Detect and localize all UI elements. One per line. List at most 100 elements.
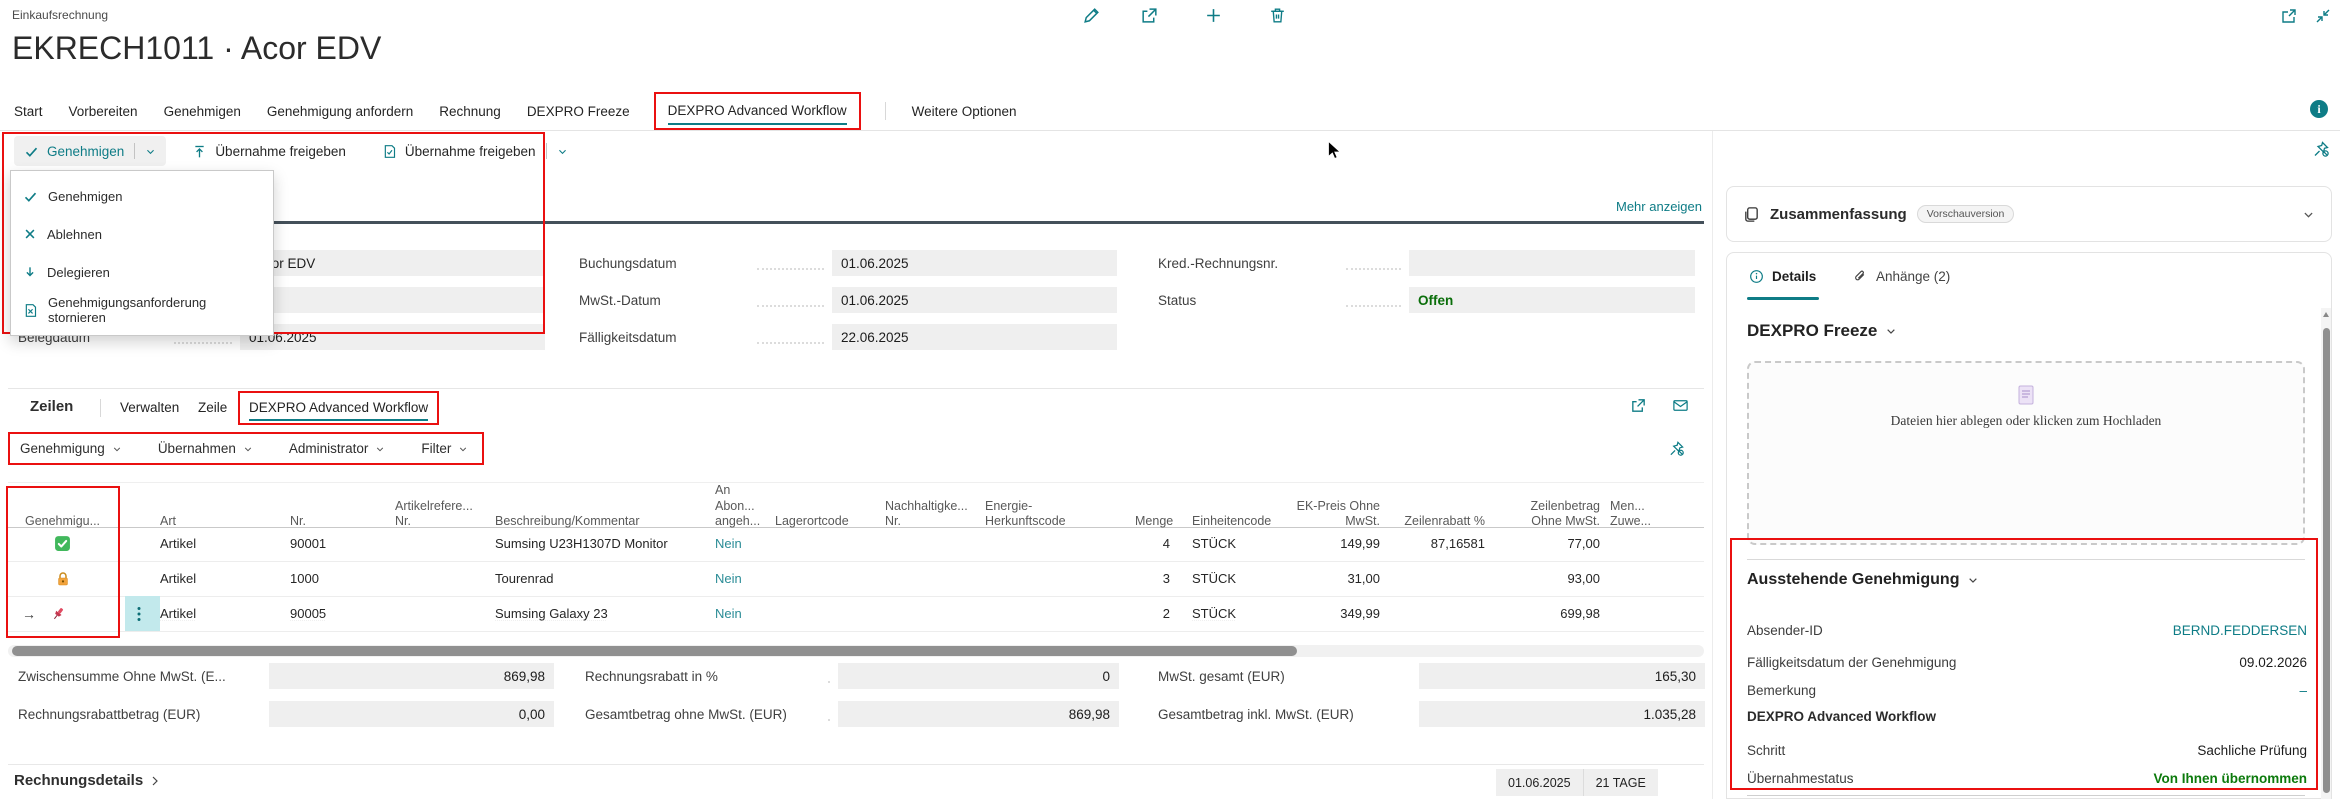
faelligkeitsdatum-value[interactable]: 22.06.2025 [832, 324, 1117, 350]
unpin-icon[interactable] [1668, 440, 1685, 457]
cell-ek-preis[interactable]: 349,99 [1275, 606, 1390, 621]
cell-zeilenbetrag[interactable]: 699,98 [1495, 606, 1610, 621]
chevron-down-icon[interactable] [2302, 208, 2315, 221]
rechnungsdetails-section-toggle[interactable]: Rechnungsdetails [14, 772, 161, 789]
rechnungsrabatt-pct-value[interactable]: 0 [838, 663, 1119, 689]
tab-dexpro-freeze[interactable]: DEXPRO Freeze [527, 104, 630, 119]
tab-attachments[interactable]: Anhänge (2) [1853, 269, 1950, 284]
file-dropzone[interactable]: Dateien hier ablegen oder klicken zum Ho… [1747, 361, 2305, 545]
share-icon[interactable] [1140, 6, 1159, 25]
ribbon-filter-dropdown[interactable]: Filter [421, 441, 468, 456]
tab-genehmigen[interactable]: Genehmigen [164, 104, 241, 119]
buchungsdatum-value[interactable]: 01.06.2025 [832, 250, 1117, 276]
sender-value-link[interactable]: BERND.FEDDERSEN [2173, 623, 2307, 638]
cell-zeilenbetrag[interactable]: 77,00 [1495, 536, 1610, 551]
vendor-name-field[interactable]: Acor EDV [240, 250, 545, 276]
cell-zeilenrabatt[interactable]: 87,16581 [1390, 536, 1495, 551]
menu-item-delegieren[interactable]: Delegieren [11, 253, 273, 291]
menu-item-genehmigen[interactable]: Genehmigen [11, 177, 273, 215]
tab-rechnung[interactable]: Rechnung [439, 104, 501, 119]
cell-nr[interactable]: 1000 [290, 571, 395, 586]
cell-art[interactable]: Artikel [160, 571, 290, 586]
lines-tab-zeile[interactable]: Zeile [198, 400, 227, 415]
cell-einheitencode[interactable]: STÜCK [1180, 536, 1275, 551]
tab-start[interactable]: Start [14, 104, 43, 119]
delete-icon[interactable] [1268, 6, 1287, 25]
cell-einheitencode[interactable]: STÜCK [1192, 606, 1236, 621]
row-drag-handle[interactable] [125, 596, 160, 631]
tab-attachments-label: Anhänge (2) [1876, 269, 1950, 284]
lines-tab-verwalten[interactable]: Verwalten [120, 400, 179, 415]
cell-art[interactable]: Artikel [160, 536, 290, 551]
footer-badges: 01.06.2025 21 TAGE [1496, 769, 1658, 796]
chevron-down-icon[interactable] [557, 146, 568, 157]
dotted-leader [757, 330, 824, 344]
cell-beschreibung[interactable]: Tourenrad [495, 571, 715, 586]
scrollbar-up-arrow[interactable] [2323, 312, 2329, 317]
ribbon-genehmigung-dropdown[interactable]: Genehmigung [20, 441, 122, 456]
chevron-down-icon [112, 444, 122, 454]
show-more-link[interactable]: Mehr anzeigen [1616, 199, 1702, 214]
cell-abo[interactable]: Nein [715, 571, 775, 586]
tab-dexpro-advanced-workflow-active[interactable]: DEXPRO Advanced Workflow [668, 103, 847, 125]
cell-menge[interactable]: 4 [1135, 536, 1180, 551]
table-row[interactable]: Artikel 90001 Sumsing U23H1307D Monitor … [8, 526, 1704, 562]
cell-menge[interactable]: 3 [1135, 571, 1180, 586]
menu-item-ablehnen[interactable]: Ablehnen [11, 215, 273, 253]
empty-field[interactable] [240, 287, 545, 313]
app-breadcrumb[interactable]: Einkaufsrechnung [12, 8, 108, 22]
table-row[interactable]: Artikel 1000 Tourenrad Nein 3 STÜCK 31,0… [8, 561, 1704, 597]
open-in-window-icon[interactable] [2280, 7, 2298, 25]
cell-abo[interactable]: Nein [715, 606, 775, 621]
mail-icon[interactable] [1672, 397, 1689, 414]
info-icon[interactable]: i [2310, 100, 2328, 118]
approve-split-button[interactable]: Genehmigen [14, 136, 166, 166]
edit-icon[interactable] [1082, 6, 1101, 25]
ribbon-administrator-dropdown[interactable]: Administrator [289, 441, 386, 456]
rechnungsrabattbetrag-value[interactable]: 0,00 [269, 701, 554, 727]
cell-einheitencode[interactable]: STÜCK [1180, 571, 1275, 586]
cell-menge[interactable]: 2 [1135, 606, 1180, 621]
menu-item-genehmigungsanforderung-stornieren[interactable]: Genehmigungsanforderung stornieren [11, 291, 273, 329]
mwst-datum-value[interactable]: 01.06.2025 [832, 287, 1117, 313]
cell-ek-preis[interactable]: 149,99 [1275, 536, 1390, 551]
cell-zeilenbetrag[interactable]: 93,00 [1495, 571, 1610, 586]
gesamt-inkl-mwst-label: Gesamtbetrag inkl. MwSt. (EUR) [1158, 707, 1403, 722]
table-horizontal-scrollbar-track[interactable] [8, 645, 1704, 657]
pending-approval-toggle[interactable]: Ausstehende Genehmigung [1747, 571, 1979, 589]
tab-genehmigung-anfordern[interactable]: Genehmigung anfordern [267, 104, 413, 119]
table-horizontal-scrollbar-thumb[interactable] [12, 646, 1297, 656]
field-row-status: Status Offen [1158, 287, 1695, 313]
tab-details[interactable]: Details [1749, 269, 1816, 284]
chevron-down-icon[interactable] [145, 146, 156, 157]
kred-rechnungsnr-value[interactable] [1409, 250, 1695, 276]
belegdatum-value[interactable]: 01.06.2025 [240, 324, 545, 350]
ribbon-uebernahmen-dropdown[interactable]: Übernahmen [158, 441, 253, 456]
remark-value[interactable]: – [2299, 683, 2307, 698]
cell-nr[interactable]: 90005 [290, 606, 326, 621]
panel-scrollbar-track[interactable] [2321, 308, 2331, 799]
lines-tab-dexpro-advanced-workflow[interactable]: DEXPRO Advanced Workflow [249, 400, 428, 421]
table-row-selected[interactable]: → Artikel 90005 Sumsing Galaxy 23 Nein 2… [8, 596, 1704, 632]
tab-weitere-optionen[interactable]: Weitere Optionen [912, 104, 1017, 119]
cell-abo[interactable]: Nein [715, 536, 775, 551]
freeze-section-toggle[interactable]: DEXPRO Freeze [1747, 321, 1897, 341]
cell-art[interactable]: Artikel [160, 606, 196, 621]
panel-scrollbar-thumb[interactable] [2323, 328, 2330, 793]
release-takeover-button[interactable]: Übernahme freigeben [182, 136, 356, 166]
collapse-window-icon[interactable] [2314, 7, 2332, 25]
cell-nr[interactable]: 90001 [290, 536, 395, 551]
takeover-status-label: Übernahmestatus [1747, 771, 1854, 786]
summary-card-header[interactable]: Zusammenfassung Vorschauversion [1726, 186, 2332, 242]
cell-beschreibung[interactable]: Sumsing U23H1307D Monitor [495, 536, 715, 551]
cell-ek-preis[interactable]: 31,00 [1275, 571, 1390, 586]
new-icon[interactable] [1204, 6, 1223, 25]
preview-version-badge: Vorschauversion [1917, 205, 2015, 223]
share-icon[interactable] [1630, 397, 1647, 414]
action-menubar: Start Vorbereiten Genehmigen Genehmigung… [0, 92, 2340, 131]
release-takeover-split-button[interactable]: Übernahme freigeben [372, 136, 578, 166]
cell-beschreibung[interactable]: Sumsing Galaxy 23 [495, 606, 608, 621]
remark-label: Bemerkung [1747, 683, 1816, 698]
tab-vorbereiten[interactable]: Vorbereiten [69, 104, 138, 119]
unpin-icon[interactable] [2312, 140, 2330, 158]
